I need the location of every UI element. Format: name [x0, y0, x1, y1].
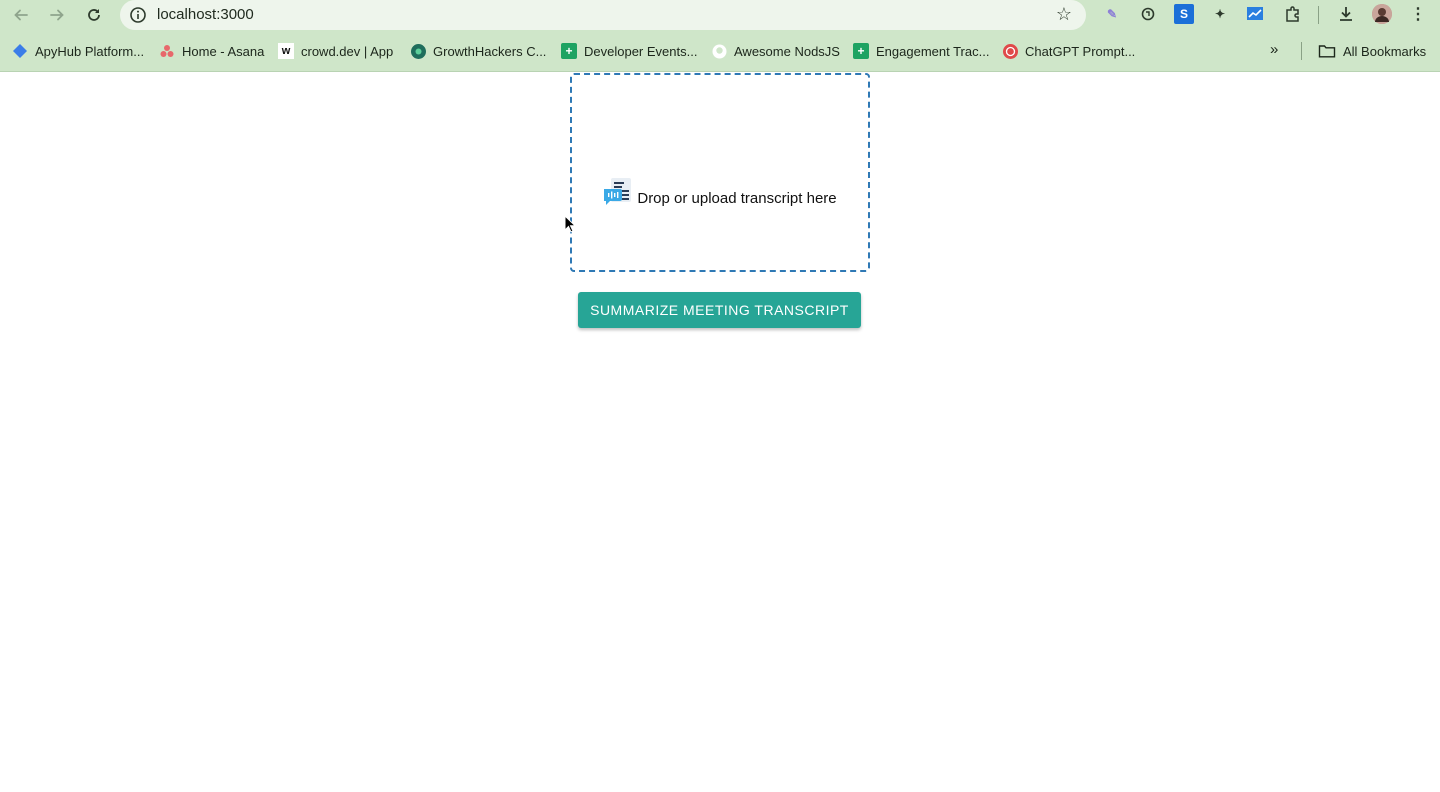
chatgpt-prompt-icon — [1002, 43, 1018, 59]
extensions-puzzle-icon[interactable] — [1283, 4, 1303, 24]
arrow-left-icon — [14, 9, 28, 21]
browser-chrome: localhost:3000 ☆ ✎ S ✦ ⋮ ApyHub Platform… — [0, 0, 1440, 72]
apyhub-icon — [12, 43, 28, 59]
all-bookmarks-label: All Bookmarks — [1343, 43, 1427, 59]
bookmark-item[interactable]: GrowthHackers C... — [410, 41, 546, 61]
bookmark-item[interactable]: Home - Asana — [159, 41, 264, 61]
bookmark-label: GrowthHackers C... — [433, 43, 547, 59]
asana-icon — [159, 43, 175, 59]
profile-avatar[interactable] — [1372, 4, 1392, 24]
bookmark-label: ChatGPT Prompt... — [1025, 43, 1136, 59]
sparkle-extension-icon[interactable]: ✦ — [1210, 4, 1230, 24]
bookmark-label: ApyHub Platform... — [35, 43, 145, 59]
bookmark-item[interactable]: w crowd.dev | App — [278, 41, 393, 61]
bookmark-item[interactable]: + Developer Events... — [561, 41, 697, 61]
chart-extension-icon[interactable] — [1245, 4, 1265, 24]
bookmark-label: Engagement Trac... — [876, 43, 990, 59]
sheets-icon: + — [561, 43, 577, 59]
bookmark-item[interactable]: ChatGPT Prompt... — [1002, 41, 1135, 61]
growthhackers-icon — [410, 43, 426, 59]
mouse-cursor-icon — [564, 215, 576, 233]
reload-button[interactable] — [82, 3, 106, 27]
bookmark-label: Home - Asana — [182, 43, 265, 59]
back-button[interactable] — [9, 3, 33, 27]
arrow-right-icon — [50, 9, 64, 21]
download-icon[interactable] — [1336, 4, 1356, 24]
more-bookmarks-button[interactable]: » — [1270, 41, 1278, 58]
folder-icon — [1318, 45, 1336, 58]
dropzone-content: Drop or upload transcript here — [603, 177, 837, 215]
page-content: Drop or upload transcript here SUMMARIZE… — [0, 72, 1440, 792]
all-bookmarks-button[interactable]: All Bookmarks — [1318, 41, 1426, 61]
browser-toolbar: localhost:3000 ☆ ✎ S ✦ ⋮ — [0, 0, 1440, 30]
bookmark-item[interactable]: ApyHub Platform... — [12, 41, 144, 61]
summarize-transcript-button[interactable]: SUMMARIZE MEETING TRANSCRIPT — [578, 292, 861, 328]
toolbar-divider — [1318, 6, 1319, 24]
bookmark-label: Awesome NodsJS — [734, 43, 840, 59]
forward-button[interactable] — [45, 3, 69, 27]
address-bar[interactable]: localhost:3000 ☆ — [120, 0, 1086, 30]
dropzone-label: Drop or upload transcript here — [637, 190, 837, 207]
pen-extension-icon[interactable]: ✎ — [1102, 4, 1122, 24]
extension-icon[interactable] — [1138, 4, 1158, 24]
url-text: localhost:3000 — [157, 6, 254, 23]
transcript-dropzone[interactable]: Drop or upload transcript here — [570, 73, 870, 272]
bookmark-label: Developer Events... — [584, 43, 698, 59]
transcript-icon — [604, 177, 632, 205]
github-icon — [711, 43, 727, 59]
s-extension-icon[interactable]: S — [1174, 4, 1194, 24]
site-info-icon[interactable] — [128, 5, 148, 25]
crowd-icon: w — [278, 43, 294, 59]
sheets-icon: + — [853, 43, 869, 59]
bookmark-label: crowd.dev | App — [301, 43, 394, 59]
bookmark-star-icon[interactable]: ☆ — [1056, 4, 1072, 25]
reload-icon — [88, 9, 100, 21]
bookmarks-divider — [1301, 42, 1302, 60]
bookmark-item[interactable]: + Engagement Trac... — [853, 41, 989, 61]
bookmarks-bar: ApyHub Platform... Home - Asana w crowd.… — [0, 38, 1440, 64]
bookmark-item[interactable]: Awesome NodsJS — [711, 41, 840, 61]
browser-menu-icon[interactable]: ⋮ — [1408, 4, 1428, 24]
